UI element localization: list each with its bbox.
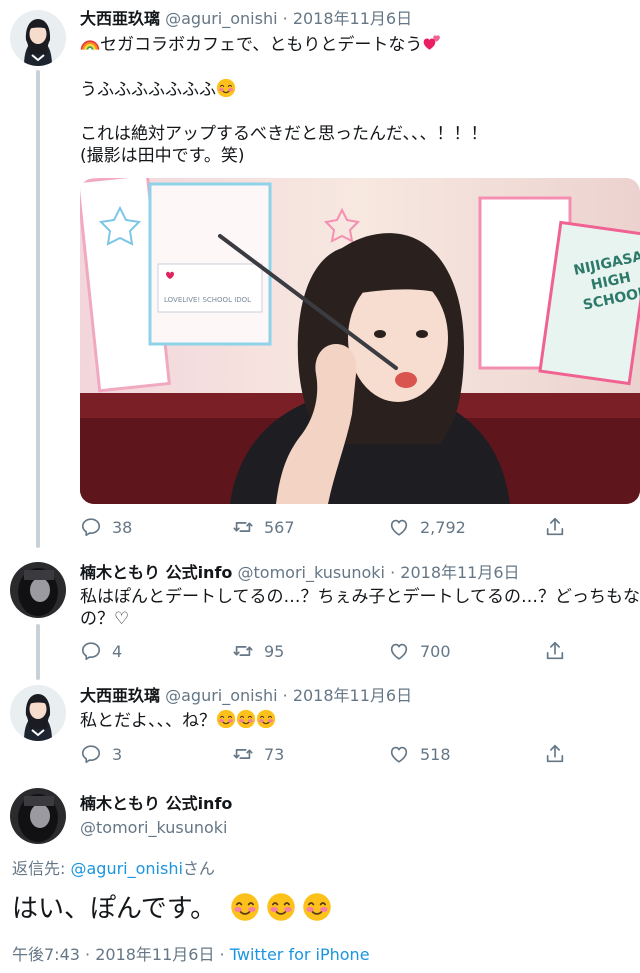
reply-count: 38: [112, 517, 133, 537]
blush-emoji: [256, 709, 276, 729]
blush-emoji: [302, 892, 332, 922]
reply-suffix: さん: [182, 859, 215, 878]
tweet[interactable]: 大西亜玖璃 @aguri_onishi · 2018年11月6日 セガコラボカフ…: [0, 0, 640, 548]
heart-emoji: [422, 33, 442, 53]
blush-emoji: [230, 892, 260, 922]
tweet-actions: 3 73 518: [80, 742, 580, 766]
share-icon: [544, 516, 566, 538]
tweet-header: 大西亜玖璃 @aguri_onishi · 2018年11月6日: [80, 9, 412, 29]
tweet-line: うふふふふふふふ: [80, 80, 216, 100]
tweet-date[interactable]: 2018年11月6日: [95, 945, 214, 964]
retweet-count: 567: [264, 517, 295, 537]
reply-count: 3: [112, 744, 123, 764]
tweet-actions: 38 567 2,792: [80, 515, 580, 539]
tweet-text: セガコラボカフェで、ともりとデートなう うふふふふふふふ これは絶対アップするべ…: [80, 33, 632, 167]
tweet-header: 楠木ともり 公式info: [80, 794, 232, 814]
retweet-icon: [232, 640, 254, 662]
separator-dot: ·: [79, 945, 96, 964]
tweet-line: 私とだよ、、、ね？: [80, 711, 216, 731]
user-handle[interactable]: @tomori_kusunoki: [238, 563, 386, 582]
tweet-time[interactable]: 午後7:43: [12, 945, 80, 964]
separator-dot: ·: [282, 9, 288, 28]
tweet-line: (撮影は田中です。笑): [80, 146, 245, 166]
tweet-header: 大西亜玖璃 @aguri_onishi · 2018年11月6日: [80, 686, 412, 706]
like-button[interactable]: 2,792: [388, 515, 466, 539]
tweet-date[interactable]: 2018年11月6日: [293, 686, 412, 705]
display-name[interactable]: 楠木ともり 公式info: [80, 794, 232, 813]
like-icon: [388, 640, 410, 662]
display-name[interactable]: 大西亜玖璃: [80, 686, 160, 705]
tweet[interactable]: 楠木ともり 公式info @tomori_kusunoki · 2018年11月…: [0, 560, 640, 670]
retweet-icon: [232, 743, 254, 765]
user-handle[interactable]: @aguri_onishi: [165, 9, 277, 28]
avatar[interactable]: [10, 562, 66, 618]
blush-emoji: [216, 709, 236, 729]
tweet-date[interactable]: 2018年11月6日: [400, 563, 519, 582]
retweet-button[interactable]: 73: [232, 742, 284, 766]
share-button[interactable]: [544, 515, 566, 539]
focused-tweet-text: はい、ぽんです。: [12, 892, 332, 925]
tweet-meta: 午後7:43 · 2018年11月6日 · Twitter for iPhone: [12, 941, 370, 965]
tweet-date[interactable]: 2018年11月6日: [293, 9, 412, 28]
retweet-button[interactable]: 95: [232, 639, 284, 663]
user-handle[interactable]: @aguri_onishi: [165, 686, 277, 705]
tweet-text: 私とだよ、、、ね？: [80, 709, 632, 732]
tweet-line: の？♡: [80, 609, 130, 629]
like-count: 518: [420, 744, 451, 764]
tweet-header: @tomori_kusunoki: [80, 818, 228, 838]
like-icon: [388, 516, 410, 538]
retweet-count: 95: [264, 641, 285, 661]
tweet-line: 私はぽんとデートしてるの…？ちぇみ子とデートしてるの…？どっちもな: [80, 587, 640, 607]
user-handle[interactable]: @tomori_kusunoki: [80, 818, 228, 837]
share-button[interactable]: [544, 742, 566, 766]
like-count: 2,792: [420, 517, 466, 537]
share-icon: [544, 640, 566, 662]
like-count: 700: [420, 641, 451, 661]
share-icon: [544, 743, 566, 765]
blush-emoji: [236, 709, 256, 729]
reply-count: 4: [112, 641, 123, 661]
retweet-button[interactable]: 567: [232, 515, 295, 539]
reply-context: 返信先: @aguri_onishiさん: [12, 855, 215, 879]
avatar[interactable]: [10, 685, 66, 741]
share-button[interactable]: [544, 639, 566, 663]
reply-button[interactable]: 3: [80, 742, 122, 766]
tweet-line: はい、ぽんです。: [12, 894, 217, 924]
tweet-photo[interactable]: LOVELIVE! SCHOOL IDOL NIJIGASAKI HIGH SC…: [80, 178, 640, 504]
tweet-source-link[interactable]: Twitter for iPhone: [230, 945, 370, 964]
card-caption: LOVELIVE! SCHOOL IDOL: [164, 296, 251, 304]
tweet-line: これは絶対アップするべきだと思ったんだ、、、！！！: [80, 124, 488, 144]
tweet-line: セガコラボカフェで、ともりとデートなう: [100, 35, 423, 55]
avatar[interactable]: [10, 788, 66, 844]
tweet-text: 私はぽんとデートしてるの…？ちぇみ子とデートしてるの…？どっちもな の？♡: [80, 586, 640, 630]
reply-icon: [80, 640, 102, 662]
like-button[interactable]: 518: [388, 742, 451, 766]
blush-emoji: [216, 78, 236, 98]
retweet-count: 73: [264, 744, 285, 764]
blush-emoji: [266, 892, 296, 922]
tweet-actions: 4 95 700: [80, 639, 580, 663]
reply-icon: [80, 516, 102, 538]
separator-dot: ·: [214, 945, 230, 964]
reply-button[interactable]: 4: [80, 639, 122, 663]
separator-dot: ·: [282, 686, 288, 705]
display-name[interactable]: 大西亜玖璃: [80, 9, 160, 28]
reply-button[interactable]: 38: [80, 515, 132, 539]
retweet-icon: [232, 516, 254, 538]
tweet[interactable]: 大西亜玖璃 @aguri_onishi · 2018年11月6日 私とだよ、、、…: [0, 683, 640, 783]
display-name[interactable]: 楠木ともり 公式info: [80, 563, 232, 582]
separator-dot: ·: [390, 563, 396, 582]
avatar[interactable]: [10, 10, 66, 66]
reply-prefix: 返信先:: [12, 859, 71, 878]
reply-icon: [80, 743, 102, 765]
like-icon: [388, 743, 410, 765]
rainbow-emoji: [80, 33, 100, 53]
tweet-header: 楠木ともり 公式info @tomori_kusunoki · 2018年11月…: [80, 563, 520, 583]
like-button[interactable]: 700: [388, 639, 451, 663]
reply-mention-link[interactable]: @aguri_onishi: [70, 859, 182, 878]
